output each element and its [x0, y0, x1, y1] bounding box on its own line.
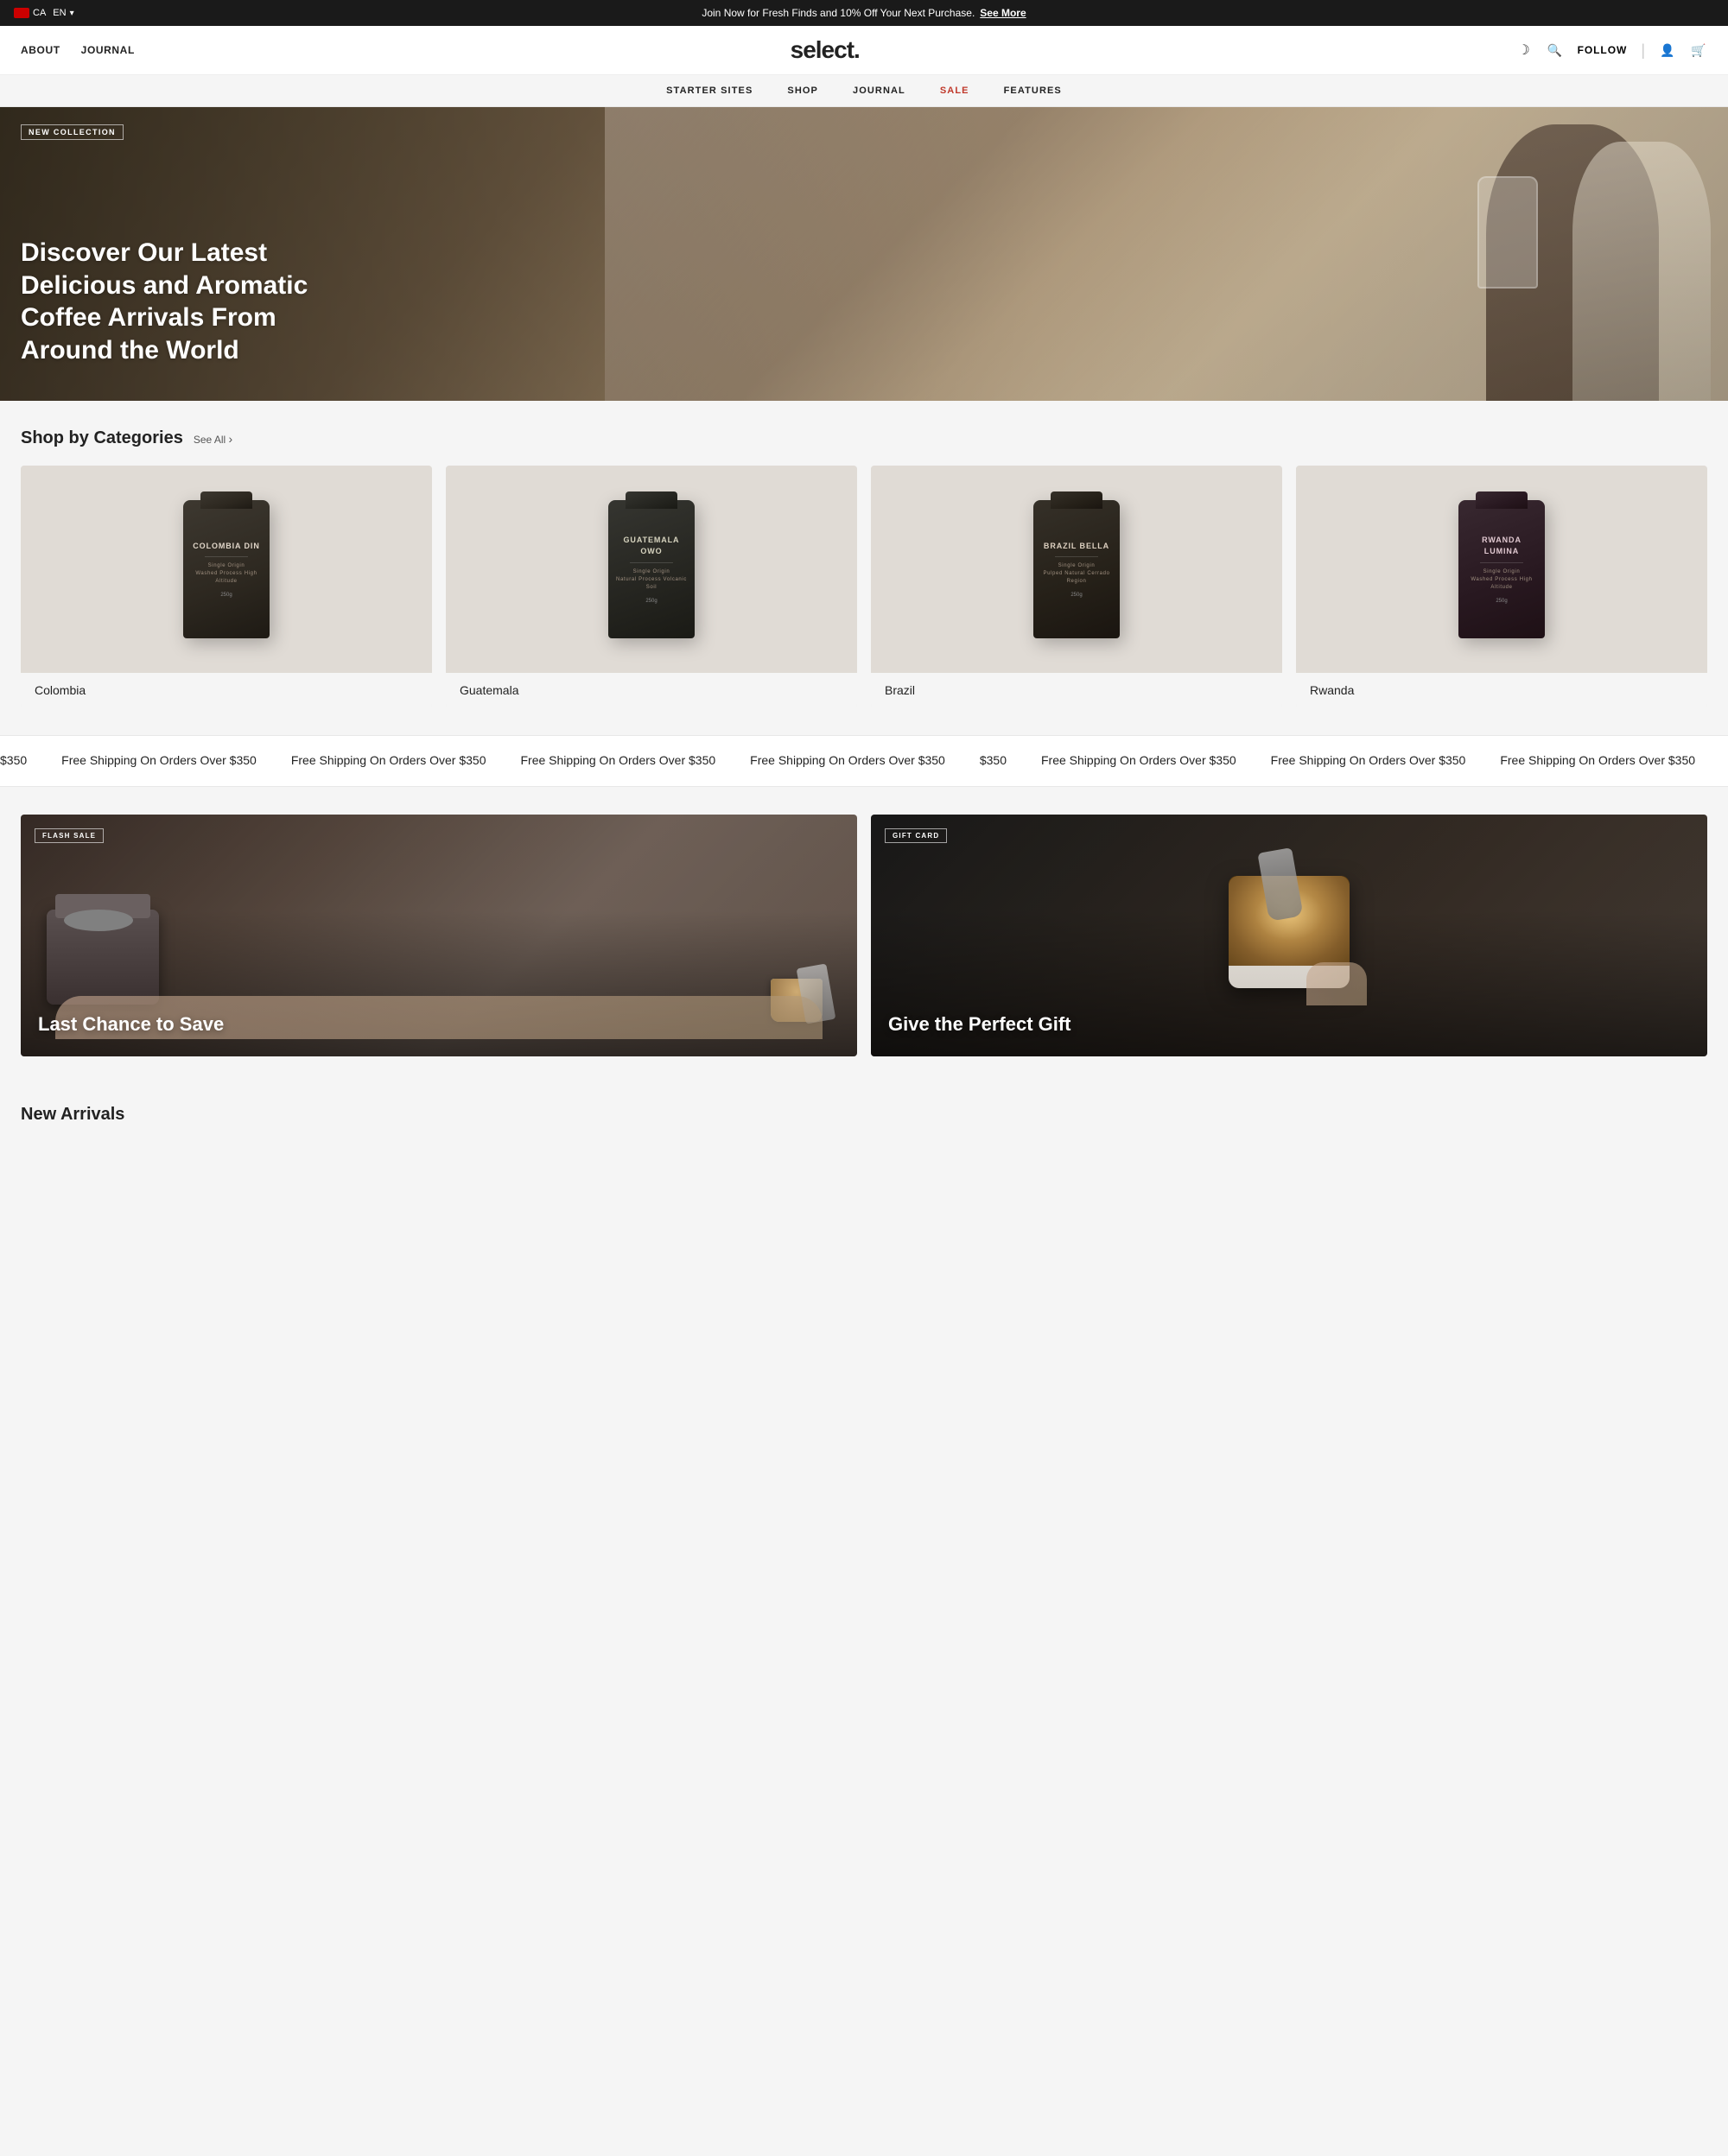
coffee-bag-guatemala: GUATEMALA OWO Single Origin Natural Proc…	[608, 500, 695, 638]
promo-card-gift[interactable]: GIFT CARD Give the Perfect Gift	[871, 815, 1707, 1056]
categories-grid: COLOMBIA DIN Single Origin Washed Proces…	[21, 466, 1707, 707]
shipping-msg-8: Free Shipping On Orders Over $350	[1271, 753, 1466, 767]
category-image-guatemala: GUATEMALA OWO Single Origin Natural Proc…	[446, 466, 857, 673]
category-name-brazil: Brazil	[871, 673, 1282, 707]
shipping-msg-2: Free Shipping On Orders Over $350	[61, 753, 257, 767]
nav-starter-sites[interactable]: STARTER SITES	[666, 86, 753, 96]
nav-about[interactable]: ABOUT	[21, 44, 60, 56]
category-card-brazil[interactable]: BRAZIL BELLA Single Origin Pulped Natura…	[871, 466, 1282, 707]
hero-headline: Discover Our Latest Delicious and Aromat…	[21, 237, 349, 366]
header-nav-right: FOLLOW |	[1515, 41, 1707, 60]
follow-button[interactable]: FOLLOW	[1578, 44, 1628, 56]
promo-card-flash[interactable]: FLASH SALE Last Chance to Save	[21, 815, 857, 1056]
category-card-rwanda[interactable]: RWANDA LUMINA Single Origin Washed Proce…	[1296, 466, 1707, 707]
announcement-cta[interactable]: See More	[980, 7, 1026, 19]
nav-journal[interactable]: JOURNAL	[81, 44, 135, 56]
category-image-colombia: COLOMBIA DIN Single Origin Washed Proces…	[21, 466, 432, 673]
portafilter	[64, 910, 133, 931]
shipping-msg-5: Free Shipping On Orders Over $350	[750, 753, 945, 767]
bag-top	[1051, 491, 1102, 509]
promo-section: FLASH SALE Last Chance to Save GIFT CARD…	[0, 787, 1728, 1084]
categories-title: Shop by Categories	[21, 428, 183, 448]
locale-text[interactable]: CA	[33, 8, 46, 18]
coffee-bag-brazil: BRAZIL BELLA Single Origin Pulped Natura…	[1033, 500, 1120, 638]
new-arrivals-title: New Arrivals	[21, 1105, 1707, 1125]
gift-hand	[1306, 962, 1367, 1005]
shipping-banner: $350 Free Shipping On Orders Over $350 F…	[0, 735, 1728, 787]
search-icon[interactable]	[1547, 41, 1564, 59]
shipping-msg-6: $350	[980, 753, 1007, 767]
secondary-nav: STARTER SITES SHOP JOURNAL SALE FEATURES	[0, 75, 1728, 107]
see-all-chevron	[229, 434, 233, 446]
bag-label-rwanda: RWANDA LUMINA Single Origin Washed Proce…	[1465, 535, 1538, 591]
gift-scene	[1203, 850, 1375, 1005]
categories-section: Shop by Categories See All COLOMBIA DIN …	[0, 401, 1728, 735]
nav-sale[interactable]: SALE	[940, 86, 969, 96]
category-card-guatemala[interactable]: GUATEMALA OWO Single Origin Natural Proc…	[446, 466, 857, 707]
bag-divider	[1480, 562, 1523, 563]
shipping-ticker: $350 Free Shipping On Orders Over $350 F…	[0, 753, 1728, 767]
category-image-rwanda: RWANDA LUMINA Single Origin Washed Proce…	[1296, 466, 1707, 673]
locale-selector[interactable]: CA EN	[14, 8, 74, 18]
shipping-msg-9: Free Shipping On Orders Over $350	[1500, 753, 1695, 767]
see-all-link[interactable]: See All	[194, 432, 232, 446]
categories-header: Shop by Categories See All	[21, 428, 1707, 448]
category-image-brazil: BRAZIL BELLA Single Origin Pulped Natura…	[871, 466, 1282, 673]
header-nav-left: ABOUT JOURNAL	[21, 44, 135, 56]
announcement-text: Join Now for Fresh Finds and 10% Off You…	[702, 7, 975, 19]
country-flag	[14, 8, 29, 18]
shipping-msg-4: Free Shipping On Orders Over $350	[521, 753, 716, 767]
bag-top	[1476, 491, 1528, 509]
dark-mode-icon[interactable]	[1515, 41, 1533, 59]
hero-banner: NEW COLLECTION Discover Our Latest Delic…	[0, 107, 1728, 401]
nav-features[interactable]: FEATURES	[1004, 86, 1062, 96]
bag-label-brazil: BRAZIL BELLA Single Origin Pulped Natura…	[1040, 541, 1113, 587]
cart-icon[interactable]	[1690, 41, 1707, 59]
nav-shop[interactable]: SHOP	[787, 86, 818, 96]
shipping-msg-7: Free Shipping On Orders Over $350	[1041, 753, 1236, 767]
hero-text: Discover Our Latest Delicious and Aromat…	[21, 237, 349, 366]
new-arrivals-section: New Arrivals	[0, 1084, 1728, 1132]
category-name-rwanda: Rwanda	[1296, 673, 1707, 707]
locale-dropdown-icon[interactable]	[70, 8, 74, 18]
bag-divider	[1055, 556, 1098, 557]
bag-divider	[205, 556, 248, 557]
coffee-bag-colombia: COLOMBIA DIN Single Origin Washed Proces…	[183, 500, 270, 638]
espresso-scene	[38, 866, 194, 1005]
shipping-msg-3: Free Shipping On Orders Over $350	[291, 753, 486, 767]
coffee-bag-rwanda: RWANDA LUMINA Single Origin Washed Proce…	[1458, 500, 1545, 638]
hero-badge: NEW COLLECTION	[21, 124, 124, 140]
hero-jar	[1477, 176, 1538, 289]
announcement-bar: CA EN Join Now for Fresh Finds and 10% O…	[0, 0, 1728, 26]
header-divider: |	[1641, 41, 1645, 60]
bag-top	[200, 491, 252, 509]
hero-person-right	[1572, 142, 1711, 401]
main-header: ABOUT JOURNAL select. FOLLOW |	[0, 26, 1728, 75]
site-logo[interactable]: select.	[135, 36, 1515, 64]
gift-card-badge: GIFT CARD	[885, 828, 947, 843]
bag-top	[626, 491, 677, 509]
category-name-guatemala: Guatemala	[446, 673, 857, 707]
nav-journal[interactable]: JOURNAL	[853, 86, 905, 96]
bag-label-colombia: COLOMBIA DIN Single Origin Washed Proces…	[190, 541, 263, 587]
language-selector[interactable]: EN	[53, 8, 66, 18]
user-account-icon[interactable]	[1659, 41, 1676, 59]
bag-divider	[630, 562, 673, 563]
flash-sale-badge: FLASH SALE	[35, 828, 104, 843]
shipping-msg-1: $350	[0, 753, 27, 767]
promo-grid: FLASH SALE Last Chance to Save GIFT CARD…	[21, 815, 1707, 1056]
gift-card-title: Give the Perfect Gift	[888, 1013, 1071, 1036]
bag-label-guatemala: GUATEMALA OWO Single Origin Natural Proc…	[615, 535, 688, 591]
flash-sale-title: Last Chance to Save	[38, 1013, 224, 1036]
category-name-colombia: Colombia	[21, 673, 432, 707]
category-card-colombia[interactable]: COLOMBIA DIN Single Origin Washed Proces…	[21, 466, 432, 707]
